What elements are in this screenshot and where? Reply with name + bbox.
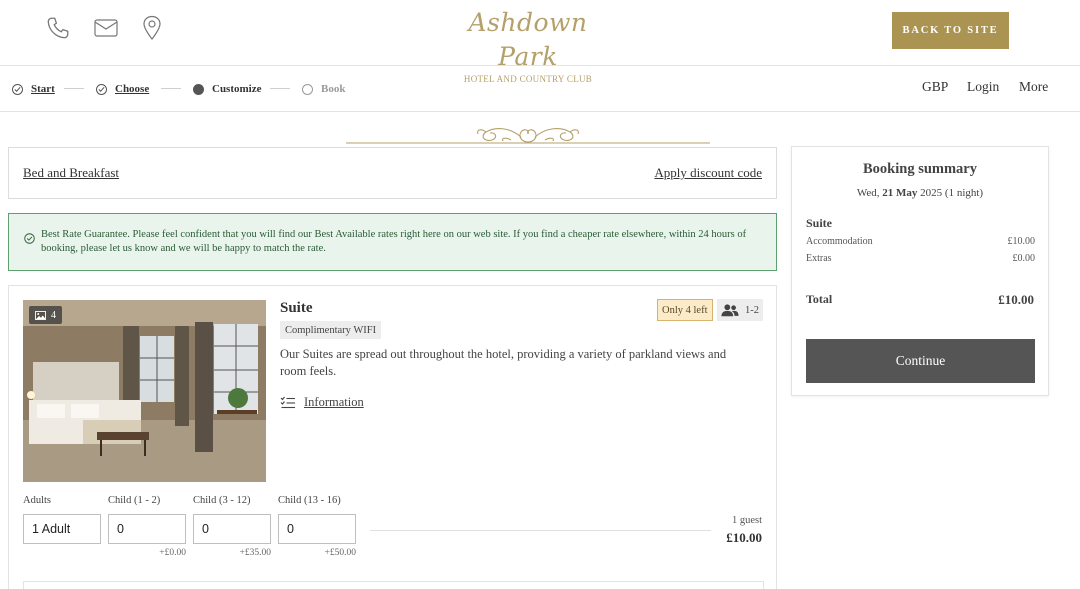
apply-discount-link[interactable]: Apply discount code <box>654 165 762 181</box>
child-13-16-field: Child (13 - 16) 0 <box>278 495 356 544</box>
date-suffix: 2025 (1 night) <box>920 187 984 199</box>
check-circle-icon <box>96 83 107 95</box>
continue-button[interactable]: Continue <box>806 339 1035 383</box>
currency-selector[interactable]: GBP <box>922 79 948 95</box>
room-photo[interactable]: 4 <box>23 300 266 482</box>
amenity-tag: Complimentary WIFI <box>280 321 382 339</box>
empty-circle-icon <box>302 83 313 95</box>
top-header: Ashdown Park HOTEL AND COUNTRY CLUB BACK… <box>0 0 1080 84</box>
step-label: Choose <box>115 83 150 95</box>
adults-select[interactable]: 1 Adult <box>23 514 101 544</box>
step-divider <box>270 88 290 89</box>
information-label: Information <box>304 395 364 409</box>
line-value: £0.00 <box>1012 253 1036 264</box>
summary-title: Booking summary <box>862 161 977 177</box>
room-description: Our Suites are spread out throughout the… <box>280 347 727 378</box>
next-rate-card <box>23 581 764 589</box>
room-information-link[interactable]: Information <box>280 395 364 410</box>
step-customize: Customize <box>193 81 262 97</box>
image-gallery-icon <box>35 310 46 320</box>
phone-icon[interactable] <box>44 14 72 42</box>
step-label: Book <box>321 83 346 95</box>
room-price: £10.00 <box>726 530 762 545</box>
date-prefix: Wed, <box>856 187 880 199</box>
checklist-icon <box>280 396 295 409</box>
stay-dates: Wed, 21 May 2025 (1 night) <box>792 187 1048 199</box>
step-label: Customize <box>212 83 262 95</box>
child-3-12-field: Child (3 - 12) 0 <box>193 495 271 544</box>
map-pin-icon[interactable] <box>138 14 166 42</box>
guests-icon <box>721 304 739 317</box>
suite-bedroom-image <box>23 300 266 482</box>
current-step-dot-icon <box>193 83 204 95</box>
total-label: Total <box>806 292 833 306</box>
best-rate-guarantee-banner: Best Rate Guarantee. Please feel confide… <box>8 213 777 271</box>
occupancy-badge: 1-2 <box>717 299 763 321</box>
step-book: Book <box>302 81 345 97</box>
guest-label: Child (1 - 2) <box>108 495 161 506</box>
summary-room-name: Suite <box>806 216 833 230</box>
child-price: +£35.00 <box>239 548 271 558</box>
child-price: +£0.00 <box>159 548 186 558</box>
back-to-site-button[interactable]: BACK TO SITE <box>892 12 1009 49</box>
line-value: £10.00 <box>1007 236 1036 247</box>
booking-summary-panel: Booking summary Wed, 21 May 2025 (1 nigh… <box>791 146 1049 396</box>
occupancy-value: 1-2 <box>745 304 759 316</box>
child-1-2-field: Child (1 - 2) 0 <box>108 495 186 544</box>
more-menu[interactable]: More <box>1019 79 1048 95</box>
guest-label: Adults <box>23 495 52 506</box>
rate-plan-bar: Bed and Breakfast Apply discount code <box>8 147 777 199</box>
logo-wordmark: Ashdown Park <box>468 8 588 71</box>
room-title: Suite <box>280 300 313 316</box>
photo-count-badge[interactable]: 4 <box>29 306 62 324</box>
divider <box>370 530 711 531</box>
child-13-16-select[interactable]: 0 <box>278 514 356 544</box>
guest-label: Child (3 - 12) <box>193 495 251 506</box>
total-value: £10.00 <box>998 292 1034 307</box>
line-label: Accommodation <box>806 236 873 247</box>
step-divider <box>161 88 181 89</box>
adults-field: Adults 1 Adult <box>23 495 101 544</box>
child-3-12-select[interactable]: 0 <box>193 514 271 544</box>
guarantee-text: Best Rate Guarantee. Please feel confide… <box>41 229 747 254</box>
line-label: Extras <box>806 253 832 264</box>
room-card: 4 Suite Complimentary WIFI Only 4 left 1… <box>8 285 777 589</box>
date-day: 21 May <box>882 187 918 199</box>
check-circle-icon <box>24 231 35 249</box>
child-price: +£50.00 <box>324 548 356 558</box>
step-divider <box>64 88 84 89</box>
step-choose[interactable]: Choose <box>96 81 149 97</box>
mail-icon[interactable] <box>92 14 120 42</box>
guest-count: 1 guest <box>731 515 762 526</box>
rate-plan-name[interactable]: Bed and Breakfast <box>23 165 119 181</box>
photo-count: 4 <box>51 309 56 321</box>
step-label: Start <box>31 83 55 95</box>
login-link[interactable]: Login <box>967 79 999 95</box>
check-circle-icon <box>12 83 23 95</box>
booking-steps-bar: Start Choose Customize Book GBP Login Mo… <box>0 66 1080 112</box>
child-1-2-select[interactable]: 0 <box>108 514 186 544</box>
summary-line: Accommodation £10.00 <box>806 236 1035 247</box>
step-start[interactable]: Start <box>12 81 55 97</box>
availability-badge: Only 4 left <box>657 299 713 321</box>
guest-label: Child (13 - 16) <box>278 495 341 506</box>
summary-line: Extras £0.00 <box>806 253 1035 264</box>
decorative-divider <box>346 120 710 146</box>
